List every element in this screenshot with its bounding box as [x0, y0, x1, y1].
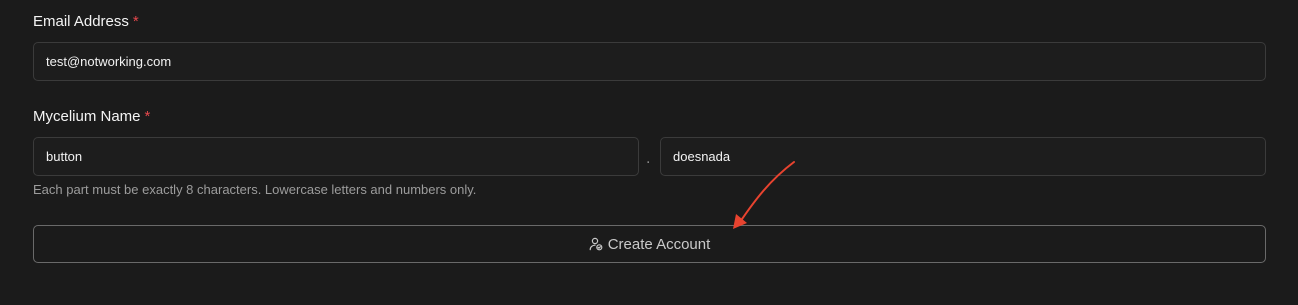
create-account-button[interactable]: Create Account [33, 225, 1266, 263]
user-check-icon [589, 237, 603, 251]
mycelium-part2-input[interactable] [660, 137, 1266, 176]
create-account-label: Create Account [607, 235, 711, 253]
mycelium-helper-text: Each part must be exactly 8 characters. … [33, 182, 477, 197]
mycelium-required-mark: * [144, 108, 151, 125]
signup-form: Email Address* Mycelium Name* . Each par… [0, 0, 1298, 305]
email-field[interactable] [33, 42, 1266, 81]
mycelium-separator: . [646, 150, 651, 167]
email-label-text: Email Address [33, 13, 129, 30]
email-required-mark: * [132, 13, 139, 30]
mycelium-part1-input[interactable] [33, 137, 639, 176]
mycelium-label: Mycelium Name * [33, 108, 150, 125]
mycelium-label-text: Mycelium Name [33, 108, 141, 125]
email-label: Email Address * [33, 13, 139, 30]
